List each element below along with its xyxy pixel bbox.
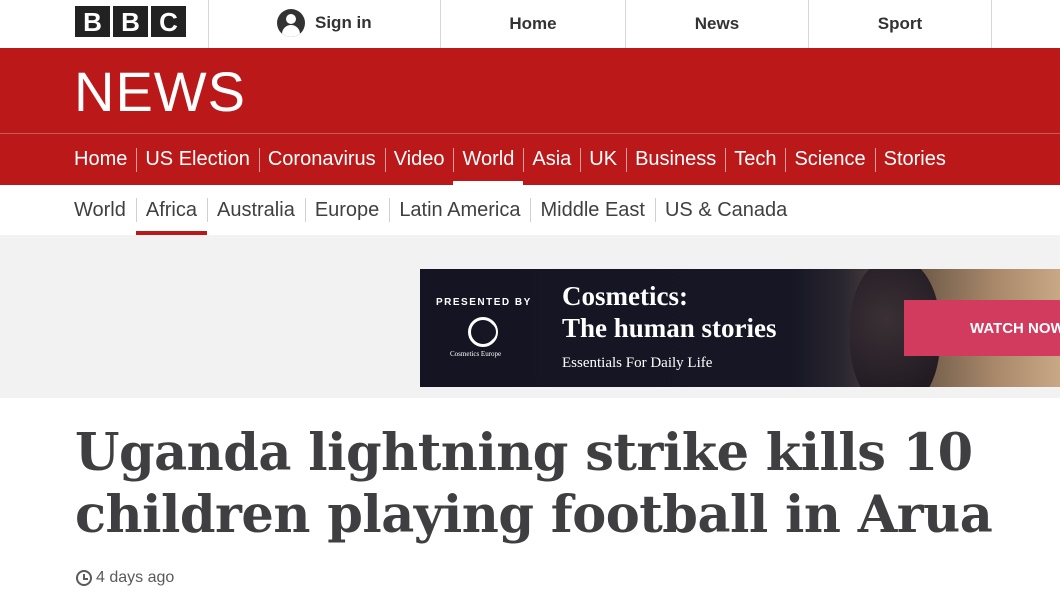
article-timestamp: 4 days ago <box>76 569 174 587</box>
top-link-sport[interactable]: Sport <box>809 0 991 48</box>
nav-item-coronavirus[interactable]: Coronavirus <box>258 134 385 185</box>
ad-subline: Essentials For Daily Life <box>562 355 713 371</box>
bbc-logo-letter: C <box>151 6 186 37</box>
secondary-nav: World Africa Australia Europe Latin Amer… <box>74 185 797 235</box>
nav-item-home[interactable]: Home <box>74 134 136 185</box>
top-divider <box>208 0 209 48</box>
bbc-logo-letter: B <box>113 6 148 37</box>
sign-in-label: Sign in <box>315 13 372 32</box>
nav-item-business[interactable]: Business <box>626 134 725 185</box>
subnav-item-world[interactable]: World <box>74 185 136 235</box>
nav-item-asia[interactable]: Asia <box>523 134 580 185</box>
nav-item-stories[interactable]: Stories <box>874 134 955 185</box>
clock-icon <box>76 570 92 586</box>
bbc-logo[interactable]: B B C <box>75 6 186 37</box>
ad-strip: PRESENTED BY Cosmetics Europe Cosmetics:… <box>0 235 1060 398</box>
top-link-news[interactable]: News <box>626 0 808 48</box>
news-title[interactable]: NEWS <box>74 62 246 122</box>
ad-sponsor-name: Cosmetics Europe <box>450 350 502 358</box>
primary-nav: Home US Election Coronavirus Video World… <box>74 134 955 185</box>
subnav-item-europe[interactable]: Europe <box>304 185 390 235</box>
subnav-item-australia[interactable]: Australia <box>207 185 305 235</box>
top-divider <box>991 0 992 48</box>
ad-presented-by: PRESENTED BY <box>436 297 532 308</box>
top-link-home[interactable]: Home <box>441 0 625 48</box>
bbc-top-bar: B B C Sign in Home News Sport <box>0 0 1060 48</box>
sign-in-button[interactable]: Sign in <box>277 9 372 37</box>
news-banner: NEWS Home US Election Coronavirus Video … <box>0 48 1060 185</box>
bbc-logo-letter: B <box>75 6 110 37</box>
subnav-item-africa[interactable]: Africa <box>135 185 208 235</box>
watch-now-button[interactable]: WATCH NOW <box>904 300 1060 356</box>
ad-headline-line1: Cosmetics: <box>562 281 688 311</box>
user-icon <box>277 9 305 37</box>
nav-item-uk[interactable]: UK <box>580 134 626 185</box>
nav-item-video[interactable]: Video <box>384 134 454 185</box>
nav-item-science[interactable]: Science <box>785 134 874 185</box>
nav-item-world[interactable]: World <box>453 134 524 185</box>
timestamp-label: 4 days ago <box>96 569 175 586</box>
ad-banner[interactable]: PRESENTED BY Cosmetics Europe Cosmetics:… <box>420 269 1060 387</box>
article-headline: Uganda lightning strike kills 10 childre… <box>75 423 993 545</box>
nav-item-tech[interactable]: Tech <box>725 134 785 185</box>
subnav-item-middle-east[interactable]: Middle East <box>530 185 655 235</box>
nav-item-us-election[interactable]: US Election <box>136 134 259 185</box>
subnav-item-us-canada[interactable]: US & Canada <box>654 185 797 235</box>
subnav-item-latin-america[interactable]: Latin America <box>389 185 530 235</box>
sponsor-logo-icon <box>468 317 498 347</box>
ad-headline-line2: The human stories <box>562 313 777 343</box>
